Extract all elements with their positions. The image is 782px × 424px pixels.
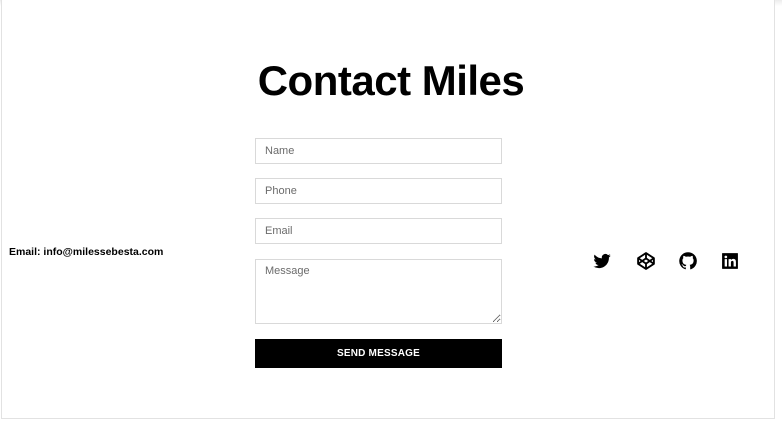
send-message-button[interactable]: SEND MESSAGE xyxy=(255,339,502,368)
twitter-link[interactable] xyxy=(592,251,612,271)
phone-input[interactable] xyxy=(255,178,502,204)
github-link[interactable] xyxy=(678,251,698,271)
message-textarea[interactable] xyxy=(255,259,502,324)
codepen-icon xyxy=(636,251,656,271)
twitter-icon xyxy=(592,251,612,271)
email-input[interactable] xyxy=(255,218,502,244)
contact-email-text: Email: info@milessebesta.com xyxy=(9,246,164,258)
name-input[interactable] xyxy=(255,138,502,164)
github-icon xyxy=(678,251,698,271)
linkedin-icon xyxy=(720,251,740,271)
codepen-link[interactable] xyxy=(636,251,656,271)
linkedin-link[interactable] xyxy=(720,251,740,271)
page-title: Contact Miles xyxy=(257,57,525,104)
